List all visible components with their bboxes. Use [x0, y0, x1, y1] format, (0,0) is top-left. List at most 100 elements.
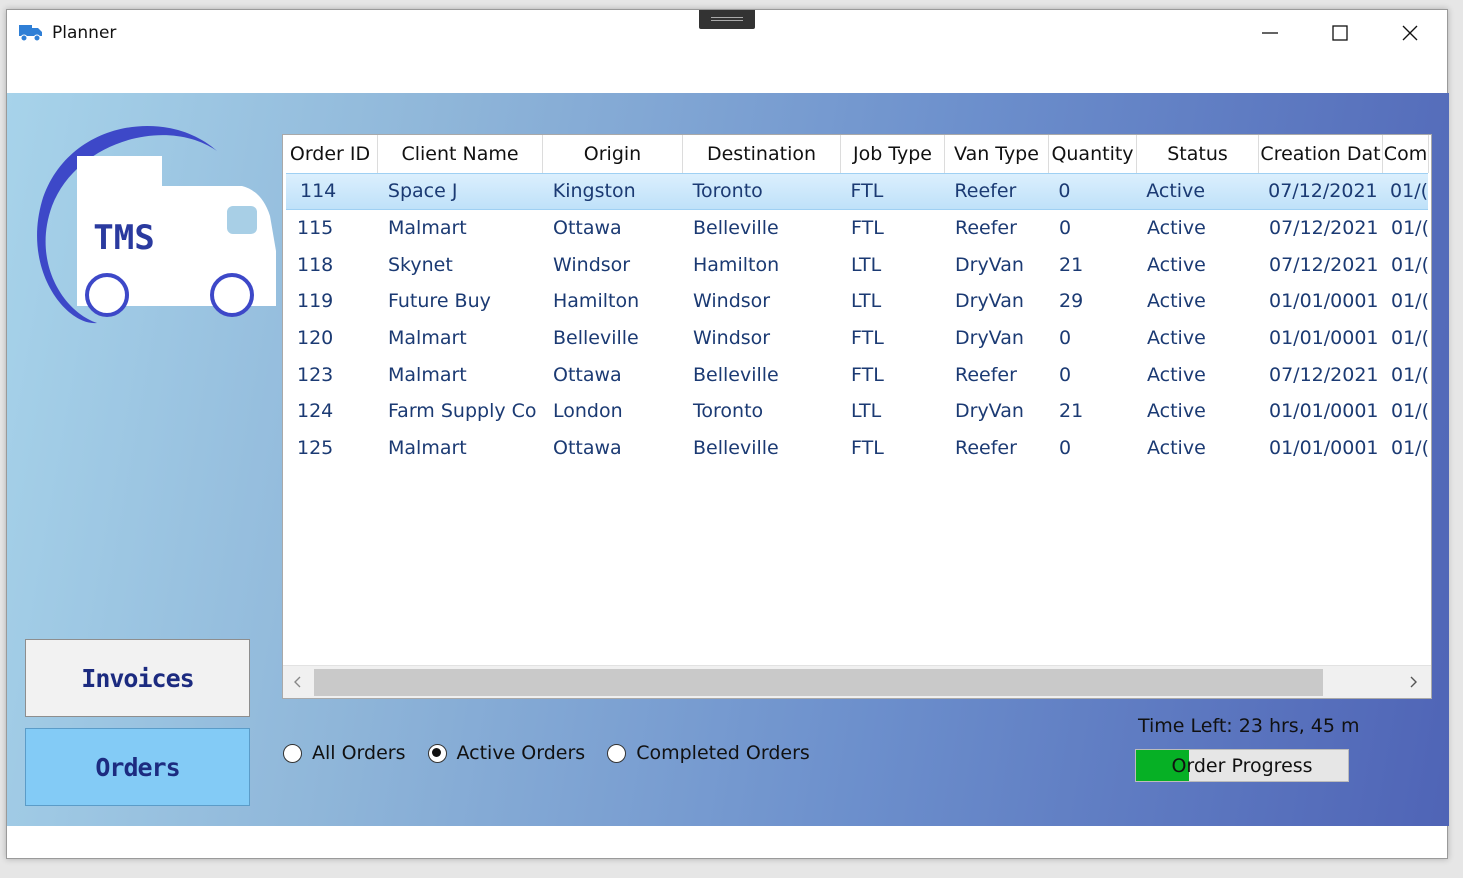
table-cell: Hamilton	[553, 290, 640, 313]
table-cell: 119	[297, 290, 334, 313]
orders-grid[interactable]: Order ID Client Name Origin Destination Job …	[282, 134, 1432, 699]
table-cell: Active	[1147, 400, 1206, 423]
radio-all-orders[interactable]: All Orders	[283, 742, 406, 764]
radio-active-label: Active Orders	[456, 742, 586, 764]
table-cell: 01/(	[1391, 290, 1429, 313]
table-cell: Belleville	[553, 327, 639, 350]
window-title: Planner	[52, 23, 117, 43]
table-cell: Active	[1147, 363, 1206, 386]
table-cell: Ottawa	[553, 437, 622, 460]
table-row[interactable]: 124 Farm Supply Co London Toronto LTL DryVan 2…	[283, 393, 1431, 430]
scrollbar-thumb[interactable]	[314, 669, 1323, 696]
maximize-button[interactable]	[1317, 16, 1363, 50]
scroll-left-icon[interactable]	[291, 675, 305, 689]
table-cell: Malmart	[388, 363, 467, 386]
table-cell: Skynet	[388, 253, 453, 276]
table-cell: LTL	[851, 290, 882, 313]
table-cell: Ottawa	[553, 363, 622, 386]
minimize-button[interactable]	[1247, 16, 1293, 50]
table-cell: Windsor	[553, 253, 631, 276]
table-cell: Toronto	[692, 180, 763, 203]
table-cell: London	[553, 400, 623, 423]
radio-all-label: All Orders	[312, 742, 406, 764]
table-cell: DryVan	[955, 253, 1024, 276]
table-row[interactable]: 119 Future Buy Hamilton Windsor LTL DryVan 29 A…	[283, 283, 1431, 320]
table-cell: Ottawa	[553, 217, 622, 240]
radio-completed-circle[interactable]	[607, 743, 627, 763]
table-row[interactable]: 115 Malmart Ottawa Belleville FTL Reefer 0 Acti…	[283, 210, 1431, 247]
table-cell: 01/(	[1391, 253, 1429, 276]
table-cell: 115	[297, 217, 334, 240]
table-cell: 01/01/0001	[1269, 400, 1379, 423]
table-cell: DryVan	[955, 290, 1024, 313]
table-cell: 01/01/0001	[1269, 437, 1379, 460]
column-header[interactable]: Job Type	[841, 135, 945, 173]
column-header[interactable]: Quantity	[1049, 135, 1137, 173]
table-row[interactable]: 125 Malmart Ottawa Belleville FTL Reefer 0 Acti…	[283, 430, 1431, 467]
table-cell: Malmart	[388, 217, 467, 240]
table-cell: 118	[297, 253, 334, 276]
table-cell: Reefer	[955, 363, 1017, 386]
table-cell: 114	[300, 180, 337, 203]
table-cell: FTL	[850, 180, 884, 203]
column-header[interactable]: Origin	[543, 135, 683, 173]
table-row[interactable]: 118 Skynet Windsor Hamilton LTL DryVan 21 Activ…	[283, 246, 1431, 283]
tms-truck-logo: TMS	[37, 125, 276, 324]
table-cell: 0	[1059, 327, 1072, 350]
title-bar[interactable]: Planner	[7, 10, 1447, 56]
invoices-button[interactable]: Invoices	[25, 639, 250, 717]
truck-app-icon	[19, 25, 42, 42]
table-cell: FTL	[851, 217, 884, 240]
table-cell: DryVan	[955, 400, 1024, 423]
table-cell: 21	[1059, 253, 1084, 276]
scroll-right-icon[interactable]	[1406, 675, 1420, 689]
radio-active-orders[interactable]: Active Orders	[427, 742, 586, 764]
radio-completed-orders[interactable]: Completed Orders	[607, 742, 810, 764]
table-cell: 07/12/2021	[1269, 217, 1379, 240]
column-header[interactable]: Client Name	[378, 135, 543, 173]
table-cell: 01/(	[1391, 327, 1429, 350]
close-icon	[1402, 25, 1418, 41]
minimize-icon	[1262, 32, 1278, 34]
grid-header: Order ID Client Name Origin Destination Job …	[283, 135, 1431, 173]
table-cell: 0	[1059, 437, 1072, 460]
column-header[interactable]: Status	[1137, 135, 1259, 173]
orders-button[interactable]: Orders	[25, 728, 250, 806]
close-button[interactable]	[1387, 16, 1433, 50]
table-cell: 01/(	[1391, 400, 1429, 423]
horizontal-scrollbar[interactable]	[283, 665, 1431, 698]
column-header[interactable]: Order ID	[283, 135, 378, 173]
planner-window: Planner TMS Invoices Orders Order ID Cli…	[6, 9, 1449, 859]
table-cell: 0	[1059, 217, 1072, 240]
table-cell: 0	[1059, 363, 1072, 386]
table-row[interactable]: 123 Malmart Ottawa Belleville FTL Reefer 0 Acti…	[283, 356, 1431, 393]
maximize-icon	[1332, 25, 1348, 41]
table-cell: Reefer	[954, 180, 1017, 203]
table-cell: DryVan	[955, 327, 1024, 350]
table-cell: Belleville	[693, 217, 779, 240]
table-cell: Belleville	[693, 437, 779, 460]
radio-active-circle[interactable]	[427, 743, 447, 763]
table-cell: Active	[1147, 217, 1206, 240]
table-cell: Future Buy	[388, 290, 491, 313]
table-cell: 01/(	[1391, 437, 1429, 460]
column-header[interactable]: Destination	[683, 135, 841, 173]
column-header[interactable]: Creation Dat	[1259, 135, 1383, 173]
time-left-label: Time Left: 23 hrs, 45 m	[1138, 715, 1360, 737]
progress-label: Order Progress	[1171, 754, 1313, 777]
drag-handle[interactable]	[699, 10, 755, 29]
table-cell: Kingston	[552, 180, 636, 203]
table-row[interactable]: 114 Space J Kingston Toronto FTL Reefer 0 Activ…	[286, 173, 1428, 210]
table-cell: FTL	[851, 363, 884, 386]
column-header[interactable]: Van Type	[945, 135, 1049, 173]
table-cell: 01/01/0001	[1269, 290, 1379, 313]
table-cell: 01/(	[1391, 217, 1429, 240]
radio-all-circle[interactable]	[283, 743, 302, 763]
table-cell: Hamilton	[693, 253, 780, 276]
table-cell: 120	[297, 327, 334, 350]
table-row[interactable]: 120 Malmart Belleville Windsor FTL DryVan 0 Act…	[283, 320, 1431, 357]
table-cell: LTL	[851, 253, 882, 276]
table-cell: 124	[297, 400, 334, 423]
main-content: TMS Invoices Orders Order ID Client Name O…	[7, 93, 1449, 826]
column-header[interactable]: Com	[1383, 135, 1429, 173]
